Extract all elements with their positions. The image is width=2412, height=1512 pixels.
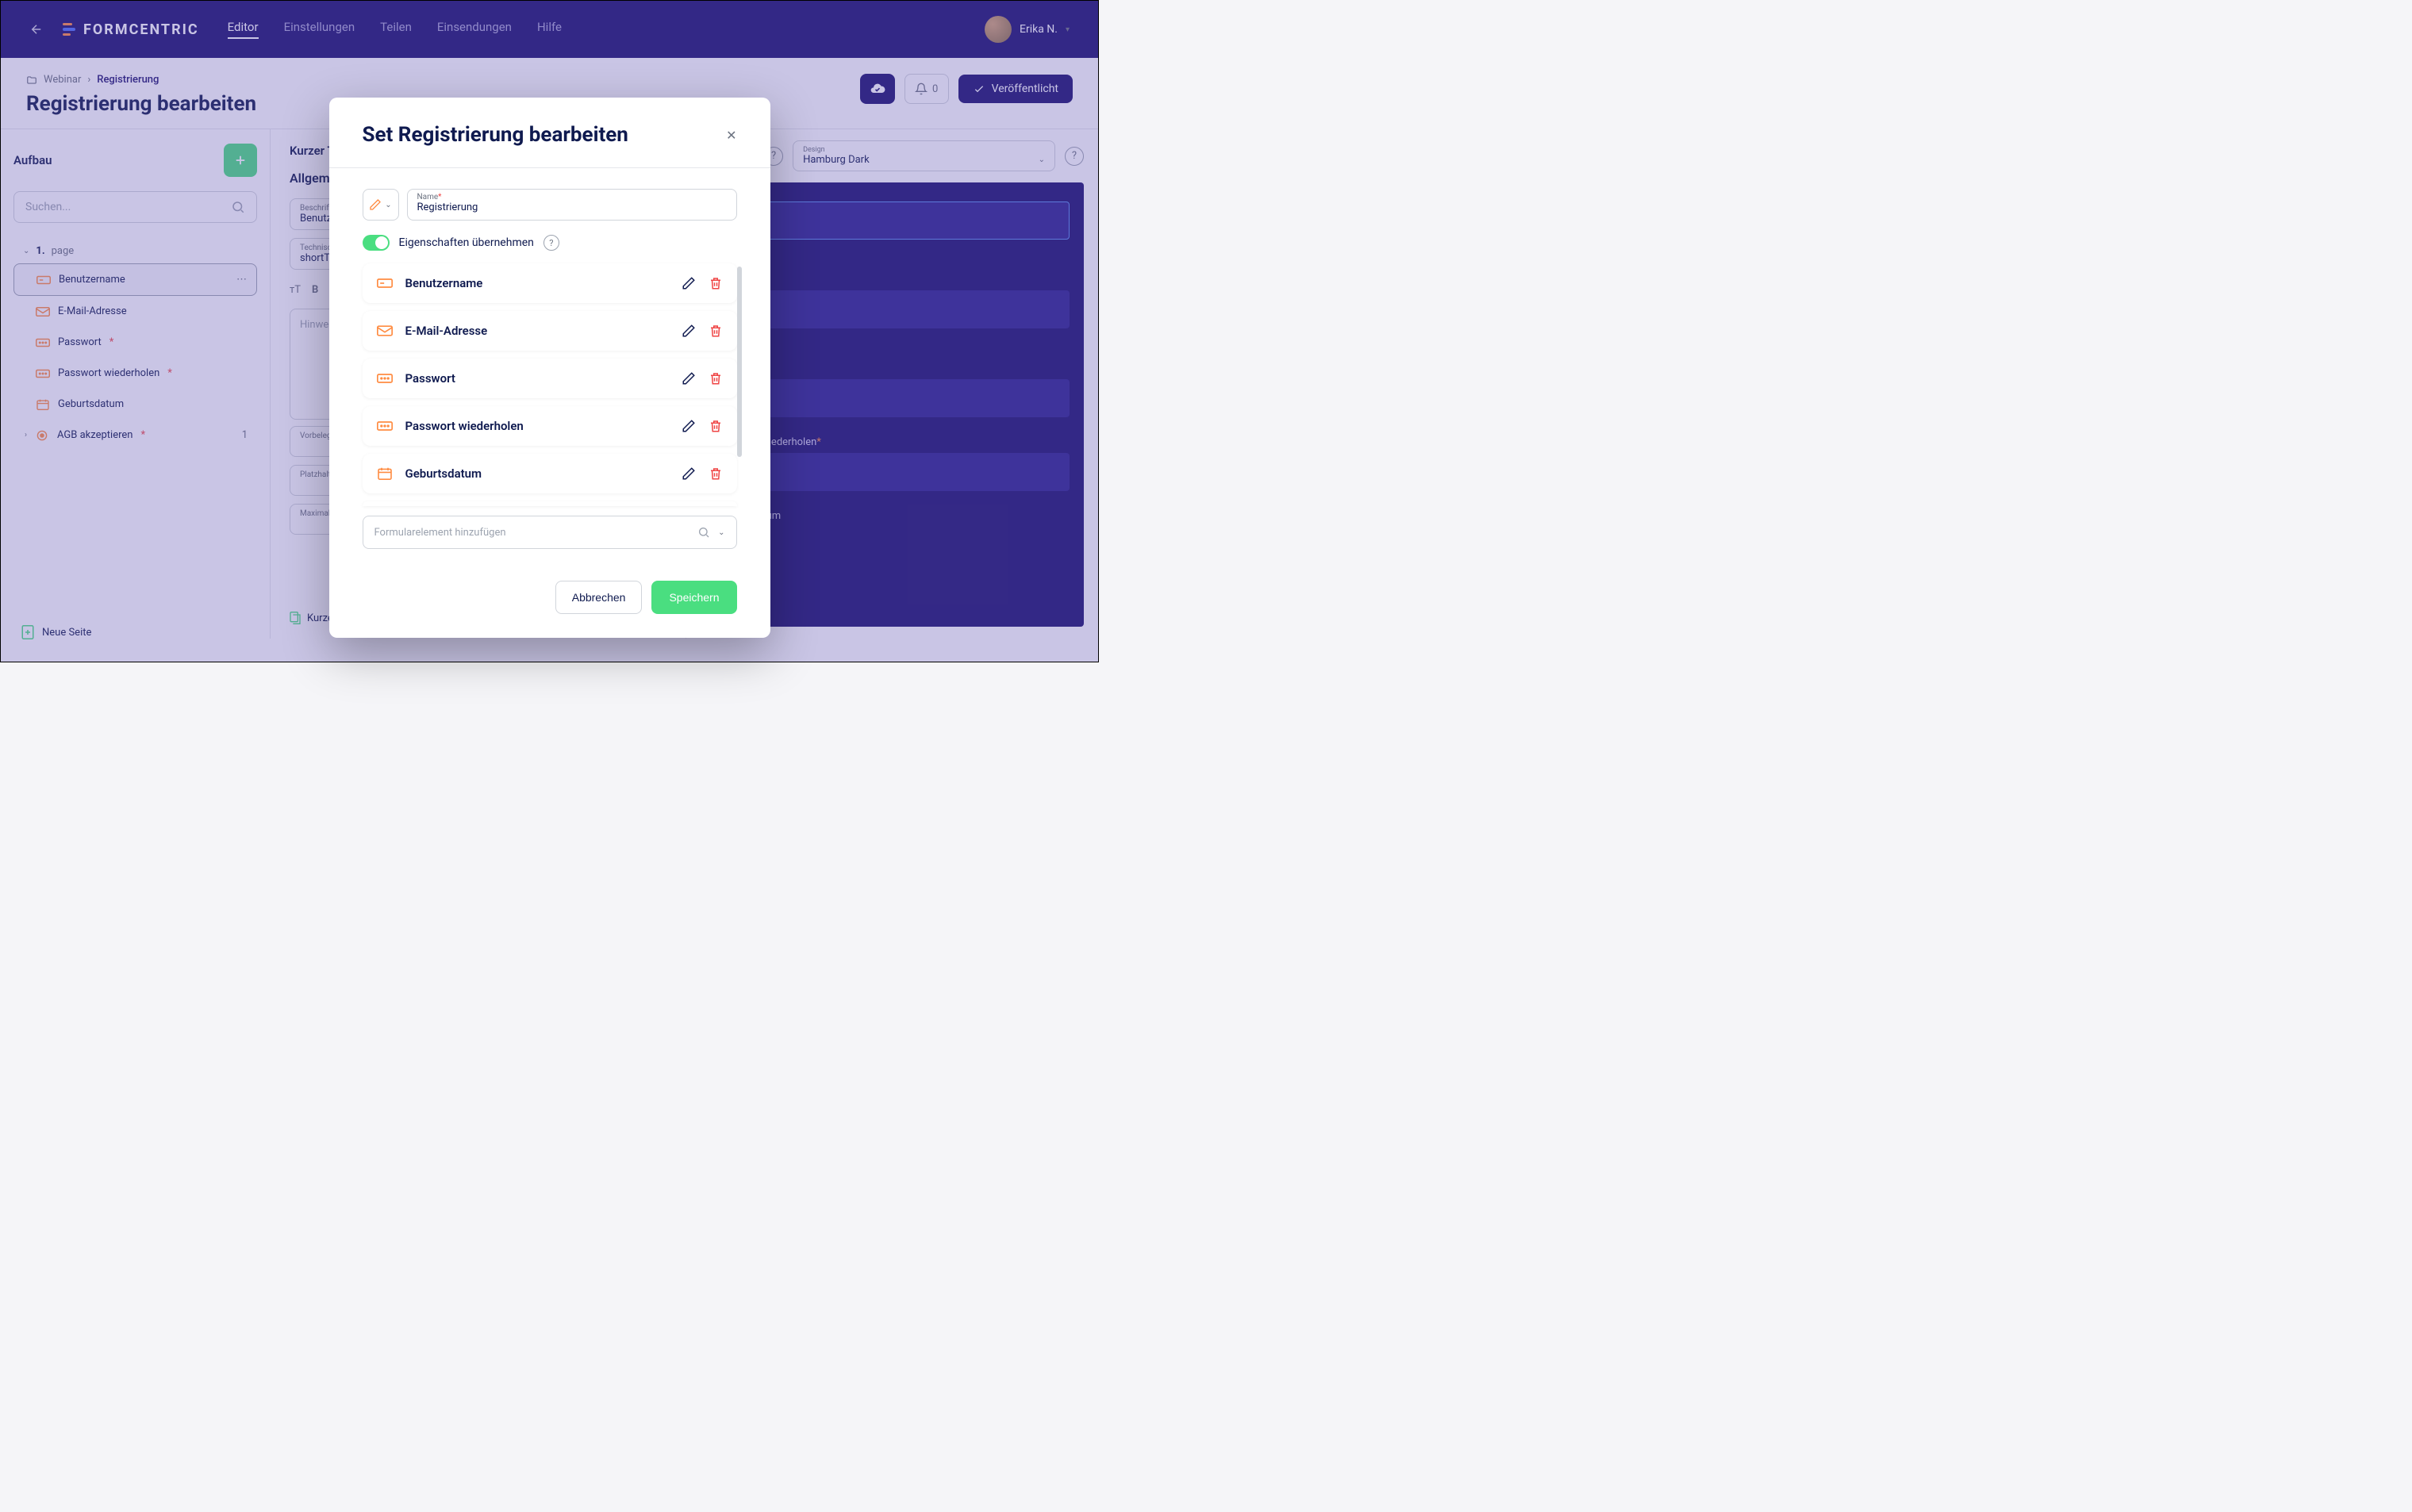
list-item-label: Geburtsdatum xyxy=(405,466,669,481)
trash-icon[interactable] xyxy=(709,466,723,481)
trash-icon[interactable] xyxy=(709,324,723,338)
pencil-icon[interactable] xyxy=(682,324,696,338)
save-button[interactable]: Speichern xyxy=(651,581,736,614)
trash-icon[interactable] xyxy=(709,419,723,433)
edit-set-modal: Set Registrierung bearbeiten ✕ ⌄ Name* R… xyxy=(329,98,770,638)
pencil-icon[interactable] xyxy=(682,466,696,481)
scrollbar[interactable] xyxy=(737,267,742,457)
trash-icon[interactable] xyxy=(709,371,723,386)
password-icon xyxy=(377,420,393,432)
name-value: Registrierung xyxy=(417,201,727,213)
list-item[interactable]: E-Mail-Adresse xyxy=(363,311,737,351)
inherit-toggle[interactable] xyxy=(363,235,390,251)
cancel-button[interactable]: Abbrechen xyxy=(555,581,643,614)
trash-icon[interactable] xyxy=(709,276,723,290)
list-item-label: Passwort wiederholen xyxy=(405,419,669,433)
list-item[interactable]: Benutzername xyxy=(363,263,737,303)
list-item-label: Passwort xyxy=(405,371,669,386)
password-icon xyxy=(377,372,393,385)
modal-title: Set Registrierung bearbeiten xyxy=(363,123,628,147)
chevron-down-icon: ⌄ xyxy=(385,201,391,209)
help-button[interactable]: ? xyxy=(543,235,559,251)
search-icon xyxy=(697,526,710,539)
calendar-icon xyxy=(377,467,393,480)
list-item[interactable]: Geburtsdatum xyxy=(363,454,737,493)
chevron-down-icon: ⌄ xyxy=(718,528,724,537)
list-item-label: Benutzername xyxy=(405,276,669,290)
pencil-icon[interactable] xyxy=(682,419,696,433)
text-field-icon xyxy=(377,277,393,290)
list-item[interactable]: Passwort wiederholen xyxy=(363,406,737,446)
modal-overlay: Set Registrierung bearbeiten ✕ ⌄ Name* R… xyxy=(1,1,1098,662)
pencil-icon[interactable] xyxy=(682,276,696,290)
pencil-icon xyxy=(369,198,382,211)
mail-icon xyxy=(377,324,393,337)
close-button[interactable]: ✕ xyxy=(726,128,736,143)
list-item[interactable]: Passwort xyxy=(363,359,737,398)
add-placeholder: Formularelement hinzufügen xyxy=(374,527,690,539)
list-item-label: E-Mail-Adresse xyxy=(405,324,669,338)
add-element-input[interactable]: Formularelement hinzufügen ⌄ xyxy=(363,516,737,549)
name-input[interactable]: Name* Registrierung xyxy=(407,189,737,221)
icon-picker-button[interactable]: ⌄ xyxy=(363,189,399,221)
toggle-label: Eigenschaften übernehmen xyxy=(399,236,534,249)
pencil-icon[interactable] xyxy=(682,371,696,386)
